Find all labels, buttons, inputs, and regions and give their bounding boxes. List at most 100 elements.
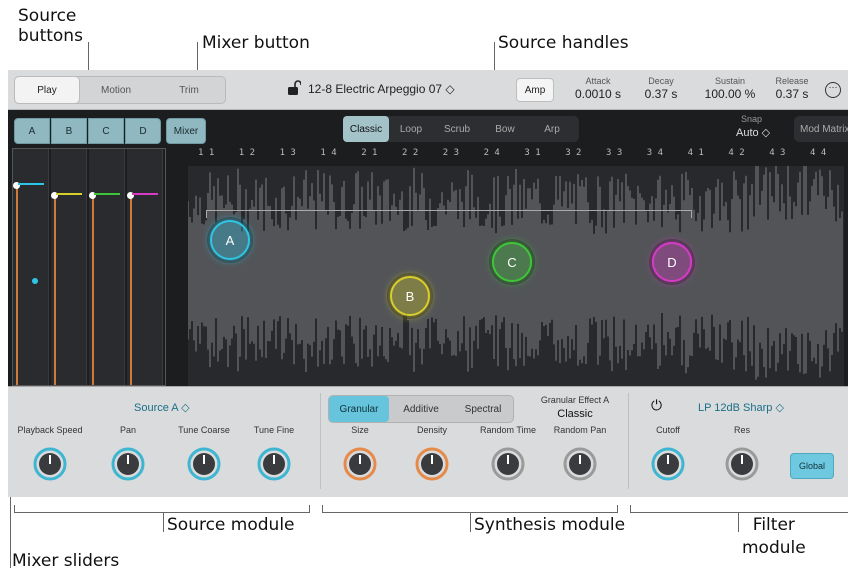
envelope-label: Decay: [648, 76, 674, 86]
tab-play[interactable]: Play: [15, 77, 79, 103]
mode-classic[interactable]: Classic: [343, 116, 389, 142]
source-pan-label: Pan: [119, 425, 136, 435]
envelope-decay[interactable]: Decay 0.37 s: [638, 76, 684, 101]
source-tune-coarse-knob[interactable]: [187, 447, 221, 481]
envelope-attack[interactable]: Attack 0.0010 s: [570, 76, 626, 101]
callout-source-buttons-line2: buttons: [18, 26, 83, 46]
ruler-tick: 4 1: [687, 148, 704, 158]
callout-filter-module: Filter module: [742, 515, 806, 558]
synth-type-granular[interactable]: Granular: [329, 396, 389, 422]
envelope-value[interactable]: 0.37 s: [638, 87, 684, 101]
bracket-synthesis-module: [322, 512, 618, 513]
synthesis-size-label: Size: [351, 425, 369, 435]
ruler-tick: 2 4: [483, 148, 500, 158]
lock-open-icon[interactable]: [287, 80, 301, 96]
callout-synthesis-module: Synthesis module: [474, 515, 626, 535]
mode-arp[interactable]: Arp: [529, 116, 575, 142]
mixer-button[interactable]: Mixer: [166, 118, 206, 144]
ruler-tick: 2 2: [402, 148, 419, 158]
source-b-button[interactable]: B: [51, 118, 87, 144]
bracket-synthesis-module-l: [322, 505, 323, 513]
ruler-tick: 2 3: [442, 148, 460, 158]
filter-power-icon[interactable]: ⏻: [651, 398, 662, 414]
source-selector[interactable]: Source A ◇: [134, 401, 190, 414]
synthesis-random-pan-knob[interactable]: [563, 447, 597, 481]
more-options-icon[interactable]: ⋯: [825, 82, 841, 98]
mixer-slider-c[interactable]: [89, 149, 125, 385]
ruler-tick: 3 3: [606, 148, 623, 158]
filter-type-selector[interactable]: LP 12dB Sharp ◇: [698, 401, 784, 414]
view-tabs: Play Motion Trim: [14, 76, 226, 104]
bracket-filter-module-l: [630, 505, 631, 513]
handle-range-bracket: [206, 210, 692, 218]
mixer-sliders: [12, 148, 166, 386]
mode-loop[interactable]: Loop: [389, 116, 433, 142]
source-tune-coarse-label: Tune Coarse: [178, 425, 230, 435]
bracket-source-module: [14, 512, 310, 513]
mixer-slider-a[interactable]: [13, 149, 49, 385]
synth-type-additive[interactable]: Additive: [389, 396, 453, 422]
slider-track: [130, 195, 132, 385]
filter-cutoff-knob[interactable]: [651, 447, 685, 481]
timeline-ruler[interactable]: 1 1 1 2 1 3 1 4 2 1 2 2 2 3 2 4 3 1 3 2 3 3 3 4 4 1 4…: [178, 148, 848, 162]
source-handle-b[interactable]: B: [390, 276, 430, 316]
synthesis-random-pan-label: Random Pan: [553, 425, 607, 435]
source-handle-c[interactable]: C: [492, 242, 532, 282]
callout-filter-module-line1: Filter: [752, 515, 795, 535]
callout-source-module: Source module: [167, 515, 295, 535]
mode-bow[interactable]: Bow: [481, 116, 529, 142]
top-bar: Play Motion Trim 12-8 Electric Arpeggio …: [8, 70, 848, 110]
source-d-button[interactable]: D: [125, 118, 161, 144]
mode-scrub[interactable]: Scrub: [433, 116, 481, 142]
slider-track: [16, 185, 18, 385]
synthesis-size-knob[interactable]: [343, 447, 377, 481]
source-c-button[interactable]: C: [88, 118, 124, 144]
envelope-label: Release: [775, 76, 809, 86]
slider-level-cap: [94, 193, 120, 195]
ruler-tick: 3 4: [646, 148, 664, 158]
callout-filter-module-line2: module: [742, 538, 806, 558]
envelope-value[interactable]: 0.37 s: [768, 87, 816, 101]
leader-synthesis-module: [470, 512, 471, 532]
filter-res-knob[interactable]: [725, 447, 759, 481]
mixer-slider-d[interactable]: [127, 149, 163, 385]
filter-res-label: Res: [733, 425, 750, 435]
tab-motion[interactable]: Motion: [79, 77, 153, 103]
synthesis-random-time-knob[interactable]: [491, 447, 525, 481]
mod-matrix-button[interactable]: Mod Matrix: [794, 116, 848, 142]
envelope-value[interactable]: 100.00 %: [698, 87, 762, 101]
synthesis-density-knob[interactable]: [415, 447, 449, 481]
envelope-value[interactable]: 0.0010 s: [570, 87, 626, 101]
snap-dropdown[interactable]: Auto ◇: [736, 126, 770, 139]
envelope-release[interactable]: Release 0.37 s: [768, 76, 816, 101]
mixer-slider-b[interactable]: [51, 149, 87, 385]
global-button[interactable]: Global: [790, 453, 834, 479]
bracket-source-module-r: [309, 505, 310, 513]
play-mode-selector: Classic Loop Scrub Bow Arp: [343, 116, 579, 142]
synthesis-type-selector: Granular Additive Spectral: [328, 395, 514, 423]
ruler-tick: 1 3: [279, 148, 296, 158]
slider-level-cap: [18, 183, 44, 185]
source-a-button[interactable]: A: [14, 118, 50, 144]
bottom-panel: Source A ◇ Granular Additive Spectral Gr…: [8, 386, 848, 497]
synthesis-random-time-label: Random Time: [479, 425, 537, 435]
slider-track: [54, 195, 56, 385]
source-handle-d[interactable]: D: [652, 242, 692, 282]
source-playback-speed-label: Playback Speed: [17, 425, 83, 435]
callout-source-handles: Source handles: [498, 33, 629, 53]
amp-button[interactable]: Amp: [516, 78, 554, 102]
preset-name[interactable]: 12-8 Electric Arpeggio 07 ◇: [308, 82, 455, 96]
ruler-tick: 4 2: [728, 148, 745, 158]
source-pan-knob[interactable]: [111, 447, 145, 481]
source-handle-a[interactable]: A: [210, 220, 250, 260]
envelope-sustain[interactable]: Sustain 100.00 %: [698, 76, 762, 101]
callout-mixer-button: Mixer button: [202, 33, 310, 53]
synth-type-spectral[interactable]: Spectral: [453, 396, 513, 422]
ruler-tick: 2 1: [361, 148, 378, 158]
ruler-tick: 1 1: [198, 148, 215, 158]
source-tune-fine-knob[interactable]: [257, 447, 291, 481]
source-playback-speed-knob[interactable]: [33, 447, 67, 481]
granular-effect-value[interactable]: Classic: [530, 408, 620, 420]
ruler-tick: 1 4: [320, 148, 337, 158]
tab-trim[interactable]: Trim: [153, 77, 225, 103]
